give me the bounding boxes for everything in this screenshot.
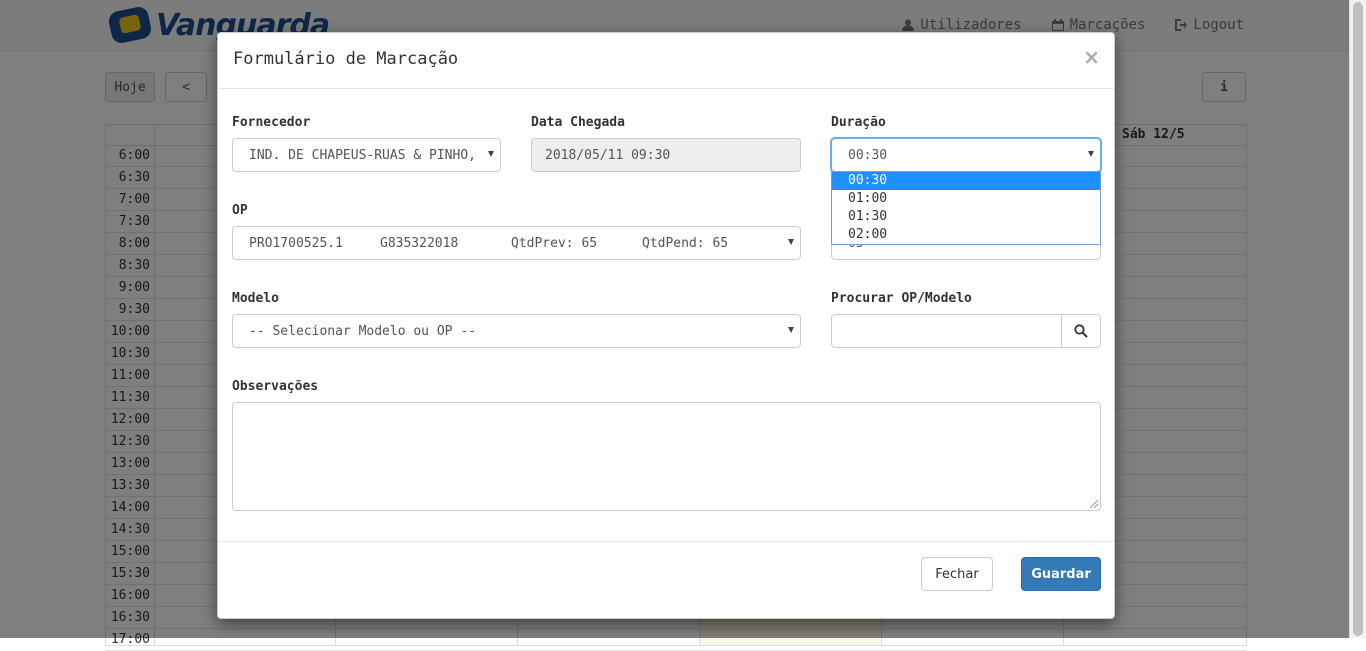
duracao-dropdown[interactable]: 00:30 01:00 01:30 02:00 (831, 171, 1101, 245)
chevron-down-icon (788, 327, 794, 333)
op-qtd-prev: QtdPrev: 65 (511, 235, 598, 251)
duracao-option[interactable]: 01:00 (832, 190, 1100, 208)
duracao-select[interactable]: 00:30 (831, 138, 1101, 172)
op-code: PRO1700525.1 (249, 235, 343, 251)
scrollbar-thumb[interactable] (1353, 2, 1363, 636)
save-button[interactable]: Guardar (1021, 557, 1101, 591)
fornecedor-label: Fornecedor (232, 115, 311, 130)
data-chegada-value: 2018/05/11 09:30 (545, 147, 671, 163)
op-select[interactable]: PRO1700525.1 G835322018 QtdPrev: 65 QtdP… (232, 226, 801, 260)
modelo-label: Modelo (232, 291, 279, 306)
op-label: OP (232, 203, 248, 218)
page-scrollbar[interactable] (1349, 0, 1366, 638)
chevron-down-icon (488, 151, 494, 157)
procurar-label: Procurar OP/Modelo (831, 291, 972, 306)
fornecedor-value: IND. DE CHAPEUS-RUAS & PINHO, LDA (249, 147, 473, 163)
search-button[interactable] (1061, 314, 1101, 348)
modal-footer (218, 541, 1114, 542)
resize-handle-icon[interactable] (1090, 500, 1098, 508)
duracao-option[interactable]: 01:30 (832, 208, 1100, 226)
booking-modal: Formulário de Marcação × Fornecedor IND.… (217, 32, 1115, 619)
modelo-select[interactable]: -- Selecionar Modelo ou OP -- (232, 314, 801, 348)
data-chegada-label: Data Chegada (531, 115, 625, 130)
data-chegada-field: 2018/05/11 09:30 (531, 138, 801, 172)
duracao-option[interactable]: 02:00 (832, 226, 1100, 244)
duracao-value: 00:30 (848, 147, 888, 163)
observacoes-textarea[interactable] (232, 402, 1101, 511)
fornecedor-select[interactable]: IND. DE CHAPEUS-RUAS & PINHO, LDA (232, 138, 501, 172)
duracao-label: Duração (831, 115, 886, 130)
chevron-down-icon (788, 239, 794, 245)
close-button[interactable]: Fechar (921, 557, 993, 591)
modal-title: Formulário de Marcação (233, 49, 459, 69)
chevron-down-icon (1088, 151, 1094, 157)
search-icon (1074, 324, 1088, 338)
modelo-placeholder: -- Selecionar Modelo ou OP -- (249, 323, 476, 339)
op-ref: G835322018 (380, 235, 459, 251)
modal-header: Formulário de Marcação × (218, 33, 1114, 89)
duracao-option[interactable]: 00:30 (832, 172, 1100, 190)
close-icon[interactable]: × (1083, 45, 1100, 69)
observacoes-label: Observações (232, 379, 319, 394)
op-qtd-pend: QtdPend: 65 (642, 235, 729, 251)
procurar-input[interactable] (831, 314, 1062, 348)
